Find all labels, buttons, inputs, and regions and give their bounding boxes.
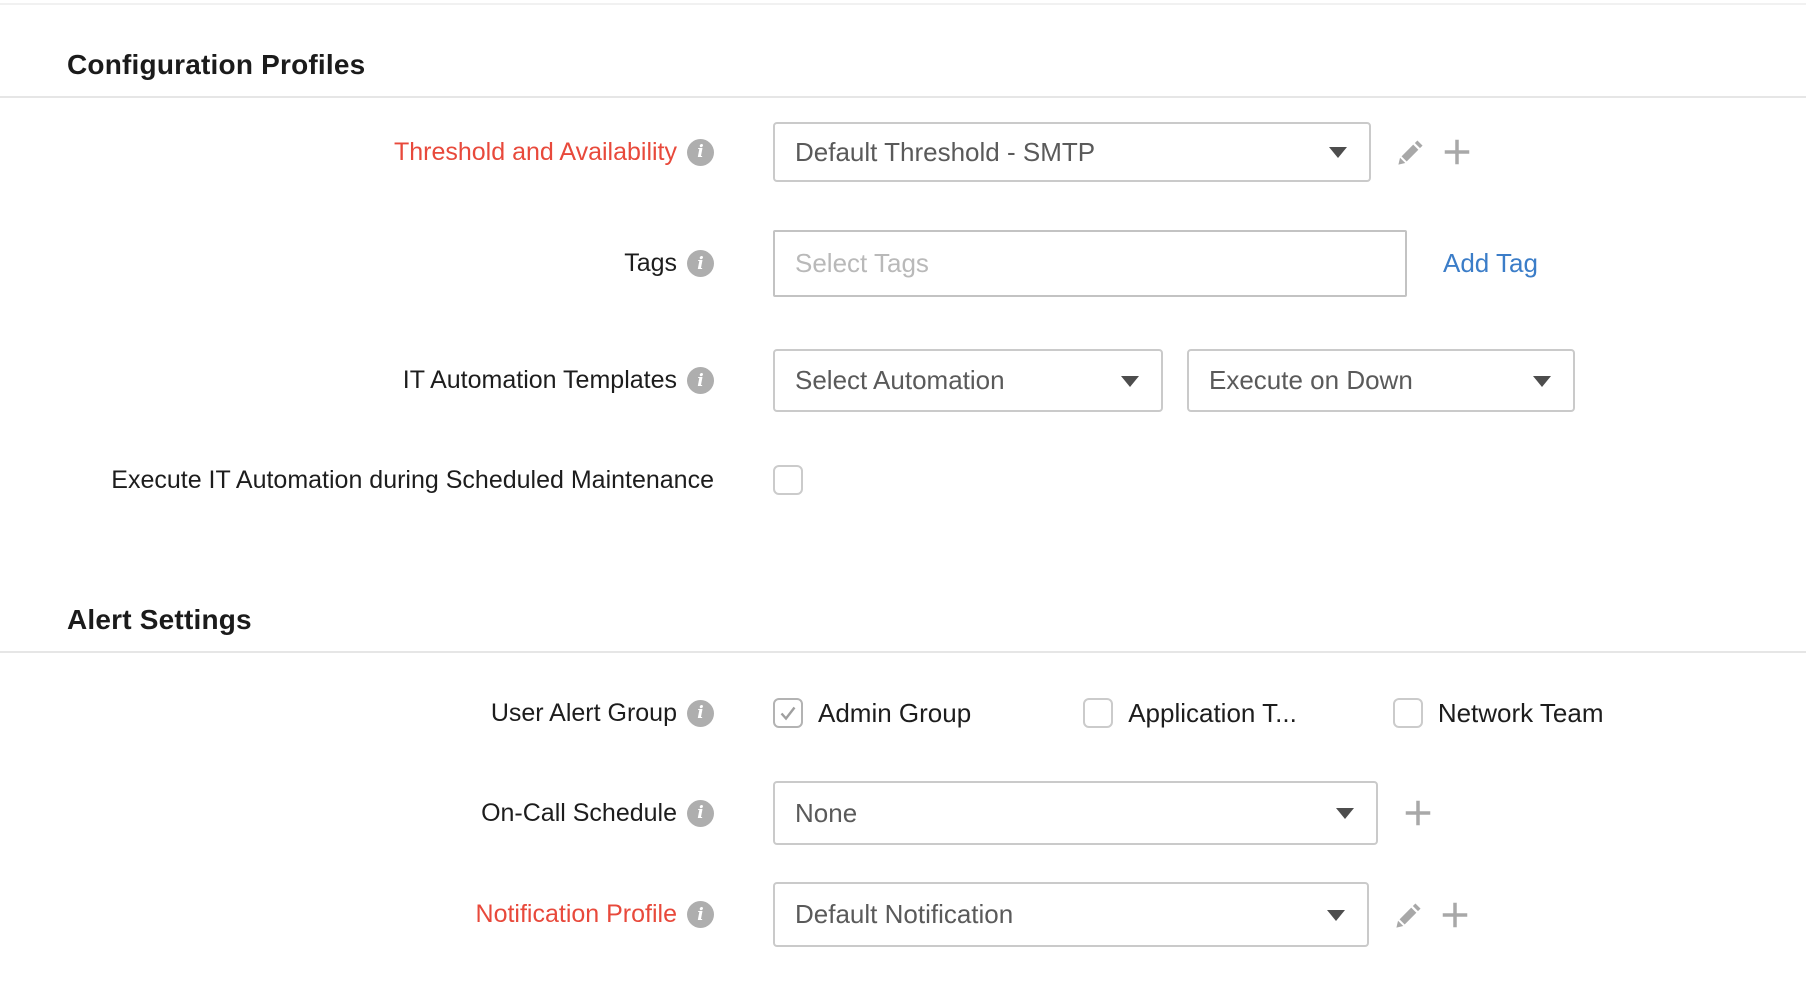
it-automation-field-cell: Select Automation Execute on Down	[773, 349, 1575, 412]
info-icon[interactable]: i	[687, 139, 714, 166]
tags-label-cell: Tags i	[0, 249, 714, 278]
edit-notification-profile-button[interactable]	[1395, 901, 1423, 929]
info-icon[interactable]: i	[687, 800, 714, 827]
threshold-availability-row: Threshold and Availability i Default Thr…	[0, 122, 1806, 182]
tags-label: Tags	[624, 249, 677, 278]
user-alert-group-label: User Alert Group	[491, 699, 677, 728]
threshold-profile-selected-value: Default Threshold - SMTP	[795, 137, 1095, 168]
user-group-option-application-team[interactable]: Application T...	[1083, 698, 1297, 729]
chevron-down-icon	[1121, 376, 1139, 387]
section-title-configuration-profiles: Configuration Profiles	[67, 48, 365, 82]
section-divider	[0, 651, 1806, 653]
maintenance-automation-checkbox[interactable]	[773, 465, 803, 495]
chevron-down-icon	[1336, 808, 1354, 819]
threshold-label-cell: Threshold and Availability i	[0, 138, 714, 167]
admin-group-checkbox-label: Admin Group	[818, 698, 971, 729]
user-alert-group-label-cell: User Alert Group i	[0, 699, 714, 728]
admin-group-checkbox[interactable]	[773, 698, 803, 728]
add-notification-profile-button[interactable]	[1441, 901, 1469, 929]
tags-row: Tags i Add Tag	[0, 230, 1806, 297]
pencil-icon	[1397, 138, 1425, 166]
notification-profile-label: Notification Profile	[476, 900, 677, 929]
chevron-down-icon	[1533, 376, 1551, 387]
threshold-availability-label: Threshold and Availability	[394, 138, 677, 167]
info-icon[interactable]: i	[687, 250, 714, 277]
top-divider	[0, 3, 1806, 5]
application-team-checkbox-label: Application T...	[1128, 698, 1297, 729]
plus-icon	[1404, 799, 1432, 827]
it-automation-label-cell: IT Automation Templates i	[0, 366, 714, 395]
maintenance-automation-row: Execute IT Automation during Scheduled M…	[0, 465, 1806, 495]
automation-trigger-selected-value: Execute on Down	[1209, 365, 1413, 396]
maintenance-label-cell: Execute IT Automation during Scheduled M…	[0, 466, 714, 495]
configuration-form-page: Configuration Profiles Threshold and Ava…	[0, 0, 1806, 990]
chevron-down-icon	[1327, 910, 1345, 921]
notification-field-cell: Default Notification	[773, 882, 1469, 947]
user-alert-group-row: User Alert Group i Admin Group Applicati…	[0, 697, 1806, 729]
pencil-icon	[1395, 901, 1423, 929]
network-team-checkbox-label: Network Team	[1438, 698, 1604, 729]
add-on-call-schedule-button[interactable]	[1404, 799, 1432, 827]
notification-profile-selected-value: Default Notification	[795, 899, 1013, 930]
on-call-schedule-select[interactable]: None	[773, 781, 1378, 845]
add-threshold-profile-button[interactable]	[1443, 138, 1471, 166]
info-icon[interactable]: i	[687, 367, 714, 394]
threshold-field-cell: Default Threshold - SMTP	[773, 122, 1471, 182]
it-automation-templates-label: IT Automation Templates	[403, 366, 677, 395]
chevron-down-icon	[1329, 147, 1347, 158]
section-title-alert-settings: Alert Settings	[67, 603, 252, 637]
checkmark-icon	[778, 703, 798, 723]
on-call-label-cell: On-Call Schedule i	[0, 799, 714, 828]
on-call-schedule-row: On-Call Schedule i None	[0, 781, 1806, 845]
user-alert-group-field-cell: Admin Group Application T... Network Tea…	[773, 698, 1604, 729]
application-team-checkbox[interactable]	[1083, 698, 1113, 728]
on-call-schedule-selected-value: None	[795, 798, 857, 829]
select-tags-input[interactable]	[773, 230, 1407, 297]
section-divider	[0, 96, 1806, 98]
network-team-checkbox[interactable]	[1393, 698, 1423, 728]
plus-icon	[1441, 901, 1469, 929]
automation-trigger-select[interactable]: Execute on Down	[1187, 349, 1575, 412]
user-group-option-network-team[interactable]: Network Team	[1393, 698, 1604, 729]
user-group-option-admin-group[interactable]: Admin Group	[773, 698, 971, 729]
tags-field-cell: Add Tag	[773, 230, 1538, 297]
notification-profile-select[interactable]: Default Notification	[773, 882, 1369, 947]
on-call-field-cell: None	[773, 781, 1432, 845]
info-icon[interactable]: i	[687, 700, 714, 727]
info-icon[interactable]: i	[687, 901, 714, 928]
threshold-profile-select[interactable]: Default Threshold - SMTP	[773, 122, 1371, 182]
edit-threshold-profile-button[interactable]	[1397, 138, 1425, 166]
notification-profile-row: Notification Profile i Default Notificat…	[0, 882, 1806, 947]
maintenance-field-cell	[773, 465, 803, 495]
notification-label-cell: Notification Profile i	[0, 900, 714, 929]
add-tag-link[interactable]: Add Tag	[1443, 248, 1538, 279]
it-automation-row: IT Automation Templates i Select Automat…	[0, 349, 1806, 412]
plus-icon	[1443, 138, 1471, 166]
automation-template-selected-value: Select Automation	[795, 365, 1005, 396]
automation-template-select[interactable]: Select Automation	[773, 349, 1163, 412]
on-call-schedule-label: On-Call Schedule	[481, 799, 677, 828]
execute-automation-maintenance-label: Execute IT Automation during Scheduled M…	[111, 466, 714, 495]
